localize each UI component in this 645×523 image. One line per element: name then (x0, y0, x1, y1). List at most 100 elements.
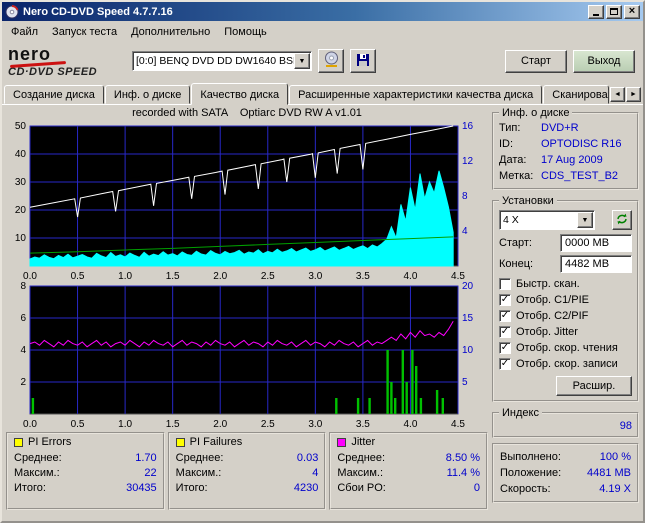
svg-text:4.0: 4.0 (403, 271, 417, 282)
info-label: Тип: (499, 122, 521, 134)
status-label: Скорость: (500, 483, 551, 495)
stat-value: 4230 (293, 482, 319, 494)
menu-extra[interactable]: Дополнительно (124, 23, 217, 41)
svg-text:30: 30 (15, 177, 27, 188)
stat-row: Итого: 30435 (14, 481, 157, 496)
tab-create-disc[interactable]: Создание диска (4, 85, 104, 104)
checkbox-box[interactable]: ✓ (499, 342, 511, 354)
stat-label: Итого: (14, 482, 46, 494)
menu-run-test[interactable]: Запуск теста (45, 23, 124, 41)
svg-text:16: 16 (462, 122, 474, 132)
checkbox-box[interactable]: ✓ (499, 358, 511, 370)
stat-row: Максим.: 4 (176, 466, 319, 481)
svg-text:3.5: 3.5 (356, 419, 370, 430)
app-window: Nero CD-DVD Speed 4.7.7.16 × Файл Запуск… (0, 0, 645, 523)
svg-text:2.0: 2.0 (213, 271, 227, 282)
tab-disc-quality[interactable]: Качество диска (191, 83, 289, 105)
minimize-icon (593, 14, 599, 16)
stat-label: Сбои PO: (337, 482, 386, 494)
toolbar: nero CD·DVD SPEED [0:0] BENQ DVD DD DW16… (2, 42, 643, 82)
stat-title: Jitter (351, 436, 376, 448)
stat-label: Среднее: (175, 452, 224, 464)
drive-select[interactable]: [0:0] BENQ DVD DD DW1640 BSRB ▼ (132, 51, 312, 71)
tab-scan-disc[interactable]: Сканирование (543, 85, 609, 104)
checkbox-label: Отобр. C1/PIE (516, 294, 589, 306)
check-icon: ✓ (500, 325, 510, 337)
checkbox-fast-scan[interactable]: ✓ Быстр. скан. (499, 276, 632, 292)
save-button[interactable] (350, 49, 376, 73)
stat-label: Среднее: (14, 452, 62, 464)
svg-text:1.5: 1.5 (166, 271, 180, 282)
maximize-button[interactable] (606, 4, 622, 19)
svg-text:2.5: 2.5 (261, 271, 275, 282)
refresh-speed-button[interactable] (612, 210, 632, 230)
stat-row: Среднее: 1.70 (14, 451, 157, 466)
svg-text:0.0: 0.0 (23, 419, 37, 430)
checkbox-box[interactable]: ✓ (499, 294, 511, 306)
svg-text:2.5: 2.5 (261, 419, 275, 430)
checkbox-show-c1pie[interactable]: ✓ Отобр. C1/PIE (499, 292, 632, 308)
eject-button[interactable] (318, 49, 344, 73)
stat-box-pi-failures: PI Failures Среднее: 0.03 Максим.: 4 Итого… (167, 432, 327, 510)
menu-file[interactable]: Файл (4, 23, 45, 41)
stat-value: 0 (473, 482, 481, 494)
stat-label: Итого: (175, 482, 208, 494)
checkbox-box[interactable]: ✓ (499, 310, 511, 322)
chevron-down-icon[interactable]: ▼ (294, 53, 310, 69)
svg-text:1.5: 1.5 (166, 419, 180, 430)
stat-value: 8.50 % (445, 452, 481, 464)
end-position-label: Конец: (499, 258, 534, 270)
status-value: 4.19 X (599, 483, 631, 495)
nero-logo: nero CD·DVD SPEED (8, 45, 126, 78)
tab-bar: Создание диска Инф. о диске Качество дис… (2, 82, 643, 105)
tab-disc-info[interactable]: Инф. о диске (104, 85, 191, 104)
tab-advanced-quality[interactable]: Расширенные характеристики качества диск… (289, 85, 543, 104)
tab-scroll-left[interactable]: ◄ (610, 87, 625, 102)
disc-info-row: Тип: DVD+R (499, 120, 632, 136)
end-position-field[interactable] (560, 255, 632, 273)
status-row: Выполнено: 100 % (500, 449, 631, 465)
settings-title: Установки (502, 195, 554, 207)
checkbox-show-read-speed[interactable]: ✓ Отобр. скор. чтения (499, 340, 632, 356)
window-controls: × (588, 4, 640, 19)
titlebar: Nero CD-DVD Speed 4.7.7.16 × (2, 2, 643, 21)
svg-text:15: 15 (462, 313, 474, 324)
checkbox-box[interactable]: ✓ (499, 326, 511, 338)
menu-help[interactable]: Помощь (217, 23, 274, 41)
svg-text:2: 2 (20, 377, 26, 388)
checkbox-box[interactable]: ✓ (499, 278, 511, 290)
stat-value: 0.03 (296, 452, 319, 464)
window-title: Nero CD-DVD Speed 4.7.7.16 (23, 5, 173, 18)
minimize-button[interactable] (588, 4, 604, 19)
info-value: DVD+R (541, 122, 579, 134)
checkbox-show-jitter[interactable]: ✓ Отобр. Jitter (499, 324, 632, 340)
svg-text:1.0: 1.0 (118, 271, 132, 282)
stat-box-jitter: Jitter Среднее: 8.50 % Максим.: 11.4 % Сбо… (329, 432, 489, 510)
check-icon: ✓ (500, 357, 510, 369)
svg-text:2.0: 2.0 (213, 419, 227, 430)
index-title: Индекс (502, 407, 539, 419)
start-button[interactable]: Старт (505, 49, 567, 73)
stat-row: Максим.: 11.4 % (337, 466, 480, 481)
start-position-field[interactable] (560, 234, 632, 252)
menubar: Файл Запуск теста Дополнительно Помощь (2, 21, 643, 42)
stat-row: Сбои PO: 0 (337, 481, 480, 496)
exit-button[interactable]: Выход (573, 49, 635, 73)
stat-value: 1.70 (135, 452, 157, 464)
close-icon: × (628, 5, 636, 17)
status-row: Скорость: 4.19 X (500, 481, 631, 497)
checkbox-show-c2pif[interactable]: ✓ Отобр. C2/PIF (499, 308, 632, 324)
advanced-button[interactable]: Расшир. (556, 376, 632, 396)
tab-scroll-right[interactable]: ► (626, 87, 641, 102)
close-button[interactable]: × (624, 4, 640, 19)
checkbox-show-write-speed[interactable]: ✓ Отобр. скор. записи (499, 356, 632, 372)
nero-logo-text: nero (8, 43, 52, 64)
speed-select[interactable]: 4 X ▼ (499, 210, 595, 230)
disc-info-row: Метка: CDS_TEST_B2 (499, 168, 632, 184)
svg-text:6: 6 (20, 313, 26, 324)
svg-text:1.0: 1.0 (118, 419, 132, 430)
chevron-down-icon[interactable]: ▼ (577, 212, 593, 228)
svg-text:3.5: 3.5 (356, 271, 370, 282)
checkbox-label: Отобр. Jitter (516, 326, 578, 338)
index-value: 98 (619, 420, 632, 432)
